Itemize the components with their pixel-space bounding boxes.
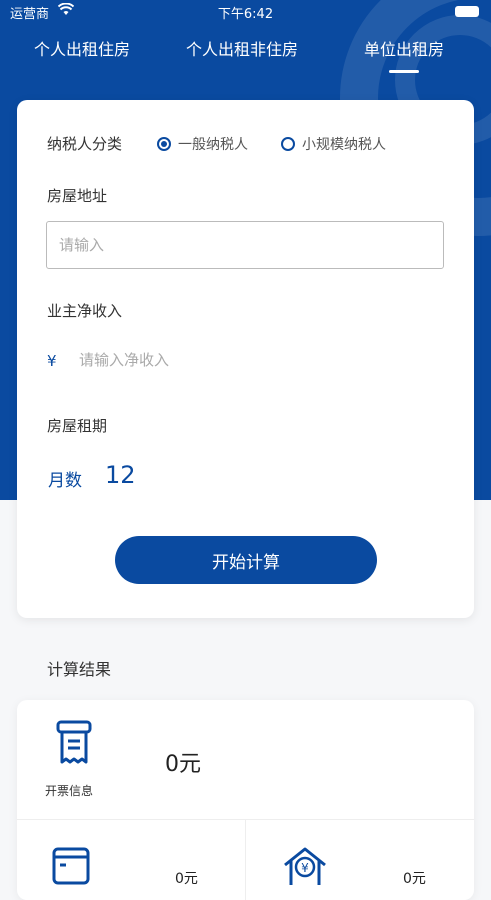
term-label: 房屋租期	[47, 417, 108, 435]
invoice-amount: 0元	[165, 752, 201, 777]
clock: 下午6:42	[217, 7, 274, 22]
radio-small-taxpayer[interactable]: 小规模纳税人	[281, 134, 386, 154]
income-input[interactable]	[79, 347, 379, 373]
results-heading: 计算结果	[47, 660, 112, 679]
radio-general-taxpayer[interactable]: 一般纳税人	[157, 134, 248, 154]
radio-small-taxpayer-label: 小规模纳税人	[302, 137, 386, 153]
item2-amount: 0元	[175, 871, 198, 887]
income-label: 业主净收入	[47, 302, 123, 320]
tax-card-icon	[50, 845, 98, 889]
status-bar: 运营商 下午6:42	[0, 0, 491, 24]
currency-symbol: ¥	[47, 352, 57, 370]
house-tax-icon: ¥	[281, 845, 329, 889]
tab-personal-residential[interactable]: 个人出租住房	[34, 36, 130, 60]
battery-icon	[455, 6, 479, 17]
radio-selected-icon	[157, 137, 171, 151]
calculator-form-card: 纳税人分类 一般纳税人 小规模纳税人 房屋地址 业主净收入 ¥ 房屋租期 月数 …	[17, 100, 474, 618]
radio-general-taxpayer-label: 一般纳税人	[178, 137, 248, 153]
invoice-info-label: 开票信息	[45, 784, 94, 798]
results-card: 开票信息 0元 0元 ¥ 0元	[17, 700, 474, 900]
radio-unselected-icon	[281, 137, 295, 151]
tab-company-rental[interactable]: 单位出租房	[364, 36, 444, 73]
svg-text:¥: ¥	[301, 861, 309, 875]
invoice-icon	[50, 720, 98, 770]
item3-amount: 0元	[403, 871, 426, 887]
tab-personal-nonresidential[interactable]: 个人出租非住房	[186, 36, 298, 60]
start-calculation-button[interactable]: 开始计算	[115, 536, 377, 584]
category-tabs: 个人出租住房 个人出租非住房 单位出租房	[0, 36, 491, 76]
months-value-field[interactable]: 12	[105, 461, 136, 489]
address-input[interactable]	[46, 221, 444, 269]
address-label: 房屋地址	[47, 187, 108, 205]
results-divider-vertical	[245, 819, 246, 900]
taxpayer-type-label: 纳税人分类	[47, 135, 123, 153]
months-label: 月数	[48, 471, 82, 491]
